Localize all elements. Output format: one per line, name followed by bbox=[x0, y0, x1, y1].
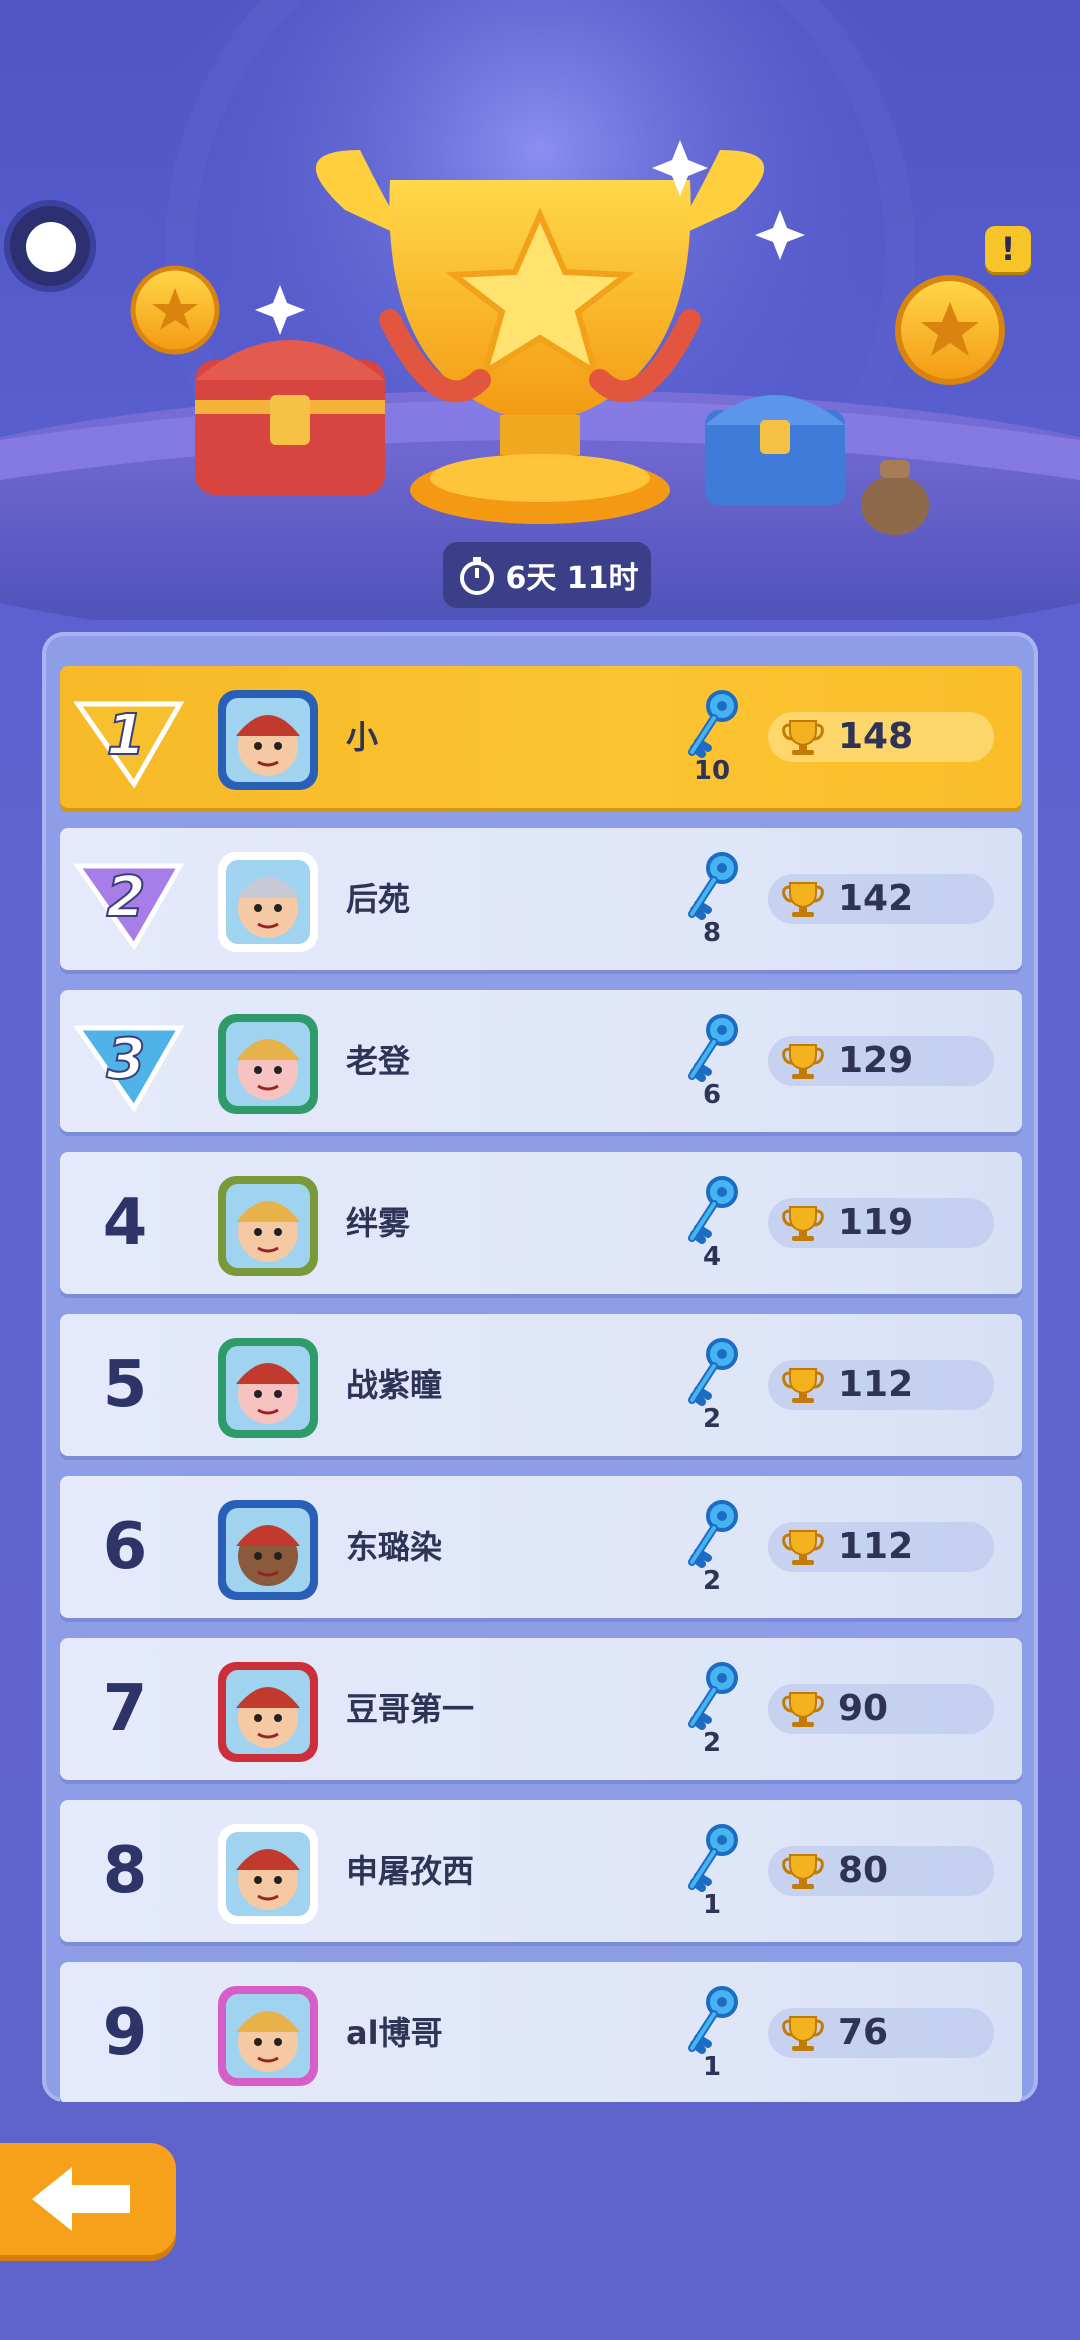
key-count: 1 bbox=[702, 2052, 722, 2082]
rank-badge-1: 1 bbox=[74, 701, 184, 789]
blue-key-icon bbox=[688, 1500, 738, 1568]
leaderboard-row-rank-2[interactable]: 2 后苑 8 142 bbox=[60, 828, 1022, 970]
rank-number: 7 bbox=[102, 1672, 148, 1746]
trophy-score: 112 bbox=[838, 1364, 914, 1405]
blue-key-icon bbox=[688, 1338, 738, 1406]
rank-number: 3 bbox=[107, 1027, 146, 1092]
player-avatar-pig-green-frame bbox=[218, 1338, 318, 1438]
score-pill: 112 bbox=[768, 1360, 994, 1410]
trophy-score: 76 bbox=[838, 2012, 889, 2053]
blue-key-icon bbox=[688, 852, 738, 920]
player-name: 申屠孜西 bbox=[346, 1852, 475, 1890]
countdown-timer: 6天 11时 bbox=[443, 542, 651, 608]
player-avatar-blonde-girl-flower-frame bbox=[218, 1176, 318, 1276]
trophy-icon bbox=[782, 1044, 824, 1079]
player-avatar-boy-red-cap-blue-frame bbox=[218, 690, 318, 790]
trophy-icon bbox=[782, 1530, 824, 1565]
score-pill: 90 bbox=[768, 1684, 994, 1734]
leaderboard-row-rank-8[interactable]: 8 申屠孜西 1 80 bbox=[60, 1800, 1022, 1942]
rank-number: 4 bbox=[102, 1186, 148, 1260]
score-pill: 129 bbox=[768, 1036, 994, 1086]
player-name: 战紫瞳 bbox=[346, 1366, 443, 1404]
blue-key-icon bbox=[688, 1176, 738, 1244]
blue-key-icon bbox=[688, 1824, 738, 1892]
stopwatch-icon bbox=[460, 557, 495, 595]
alert-icon[interactable]: ! bbox=[985, 226, 1031, 272]
blue-key-icon bbox=[688, 690, 738, 758]
key-count: 2 bbox=[702, 1728, 722, 1758]
key-count: 2 bbox=[702, 1566, 722, 1596]
hero-banner bbox=[0, 0, 1080, 650]
trophy-icon bbox=[782, 1854, 824, 1889]
score-pill: 76 bbox=[768, 2008, 994, 2058]
score-pill: 112 bbox=[768, 1522, 994, 1572]
player-avatar-boy-red-cap bbox=[218, 1824, 318, 1924]
score-pill: 142 bbox=[768, 874, 994, 924]
rank-number: 1 bbox=[107, 703, 146, 768]
player-name: 老登 bbox=[346, 1042, 411, 1080]
score-pill: 80 bbox=[768, 1846, 994, 1896]
player-avatar-boy-red-cap-red-frame bbox=[218, 1662, 318, 1762]
leaderboard-row-rank-1[interactable]: 1 小 10 148 bbox=[60, 666, 1022, 808]
leaderboard-panel[interactable]: 1 小 10 148 2 后苑 8 142 3 老登 6 129 4 绊雾 4 … bbox=[42, 632, 1038, 2102]
coin-right bbox=[895, 275, 1005, 385]
key-count: 1 bbox=[702, 1890, 722, 1920]
rank-number: 6 bbox=[102, 1510, 148, 1584]
blue-key-icon bbox=[688, 1986, 738, 2054]
leaderboard-row-rank-5[interactable]: 5 战紫瞳 2 112 bbox=[60, 1314, 1022, 1456]
rank-number: 9 bbox=[102, 1996, 148, 2070]
key-count: 2 bbox=[702, 1404, 722, 1434]
red-chest bbox=[195, 340, 385, 495]
player-name: 小 bbox=[346, 718, 379, 756]
back-arrow-icon bbox=[32, 2167, 130, 2231]
player-name: 东璐染 bbox=[346, 1528, 443, 1566]
blue-key-icon bbox=[688, 1662, 738, 1730]
back-button[interactable] bbox=[0, 2143, 176, 2261]
trophy-icon bbox=[782, 1368, 824, 1403]
leaderboard-row-rank-3[interactable]: 3 老登 6 129 bbox=[60, 990, 1022, 1132]
timer-text: 6天 11时 bbox=[505, 561, 639, 596]
trophy-score: 90 bbox=[838, 1688, 889, 1729]
rank-badge-3: 3 bbox=[74, 1025, 184, 1113]
trophy-score: 80 bbox=[838, 1850, 889, 1891]
rank-number: 2 bbox=[107, 865, 146, 930]
trophy-score: 112 bbox=[838, 1526, 914, 1567]
blue-chest bbox=[705, 395, 845, 505]
player-name: 后苑 bbox=[346, 880, 411, 918]
leaderboard-row-rank-9[interactable]: 9 al博哥 1 76 bbox=[60, 1962, 1022, 2102]
key-count: 6 bbox=[702, 1080, 722, 1110]
player-name: al博哥 bbox=[346, 2014, 443, 2052]
leaderboard-row-rank-7[interactable]: 7 豆哥第一 2 90 bbox=[60, 1638, 1022, 1780]
leaderboard-row-rank-4[interactable]: 4 绊雾 4 119 bbox=[60, 1152, 1022, 1294]
profile-toggle-button[interactable] bbox=[4, 200, 96, 292]
rank-badge-2: 2 bbox=[74, 863, 184, 951]
rank-number: 5 bbox=[102, 1348, 148, 1422]
trophy-scene-illustration bbox=[0, 0, 1080, 650]
trophy-icon bbox=[782, 1206, 824, 1241]
blue-key-icon bbox=[688, 1014, 738, 1082]
player-avatar-masked-ninja bbox=[218, 852, 318, 952]
trophy-score: 129 bbox=[838, 1040, 914, 1081]
player-avatar-girl-pink-frame bbox=[218, 1986, 318, 2086]
score-pill: 119 bbox=[768, 1198, 994, 1248]
trophy-score: 148 bbox=[838, 716, 914, 757]
player-avatar-girl-pig-hat bbox=[218, 1014, 318, 1114]
leaderboard-row-rank-6[interactable]: 6 东璐染 2 112 bbox=[60, 1476, 1022, 1618]
key-count: 10 bbox=[693, 756, 731, 786]
key-count: 4 bbox=[702, 1242, 722, 1272]
player-avatar-boy-glasses-blue-frame bbox=[218, 1500, 318, 1600]
trophy-icon bbox=[782, 720, 824, 755]
trophy-icon bbox=[782, 2016, 824, 2051]
trophy-icon bbox=[782, 1692, 824, 1727]
coin-left bbox=[130, 265, 220, 355]
trophy-icon bbox=[782, 882, 824, 917]
rank-number: 8 bbox=[102, 1834, 148, 1908]
player-name: 豆哥第一 bbox=[346, 1690, 475, 1728]
trophy-score: 142 bbox=[838, 878, 914, 919]
player-name: 绊雾 bbox=[346, 1204, 411, 1242]
score-pill: 148 bbox=[768, 712, 994, 762]
key-count: 8 bbox=[702, 918, 722, 948]
trophy-score: 119 bbox=[838, 1202, 914, 1243]
